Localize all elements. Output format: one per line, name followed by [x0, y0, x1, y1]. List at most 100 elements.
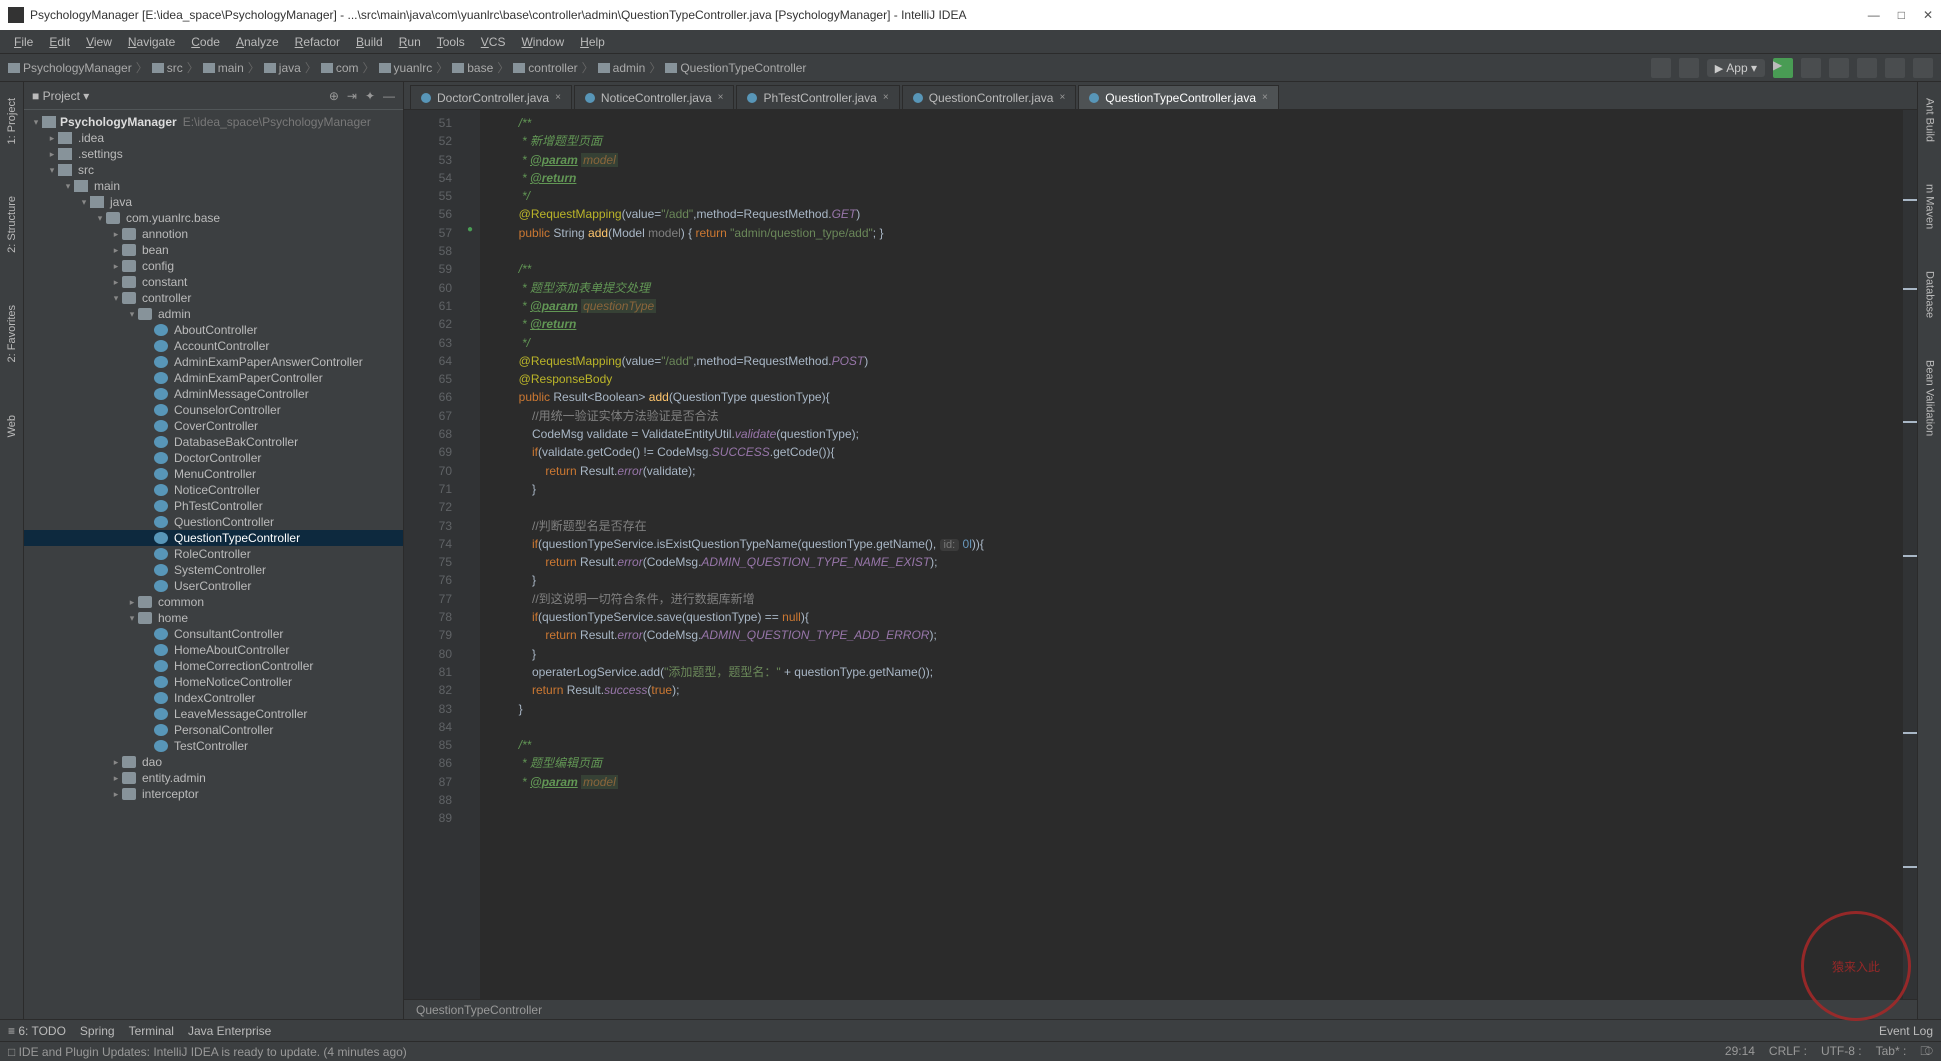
settings-button[interactable] — [1913, 58, 1933, 78]
status-message[interactable]: IDE and Plugin Updates: IntelliJ IDEA is… — [19, 1045, 407, 1059]
tree-item[interactable]: QuestionTypeController — [24, 530, 403, 546]
tree-item[interactable]: ▸constant — [24, 274, 403, 290]
run-button[interactable]: ▶ — [1773, 58, 1793, 78]
gutter-icons[interactable]: ● — [460, 110, 480, 999]
tree-item[interactable]: QuestionController — [24, 514, 403, 530]
right-stripe-tab[interactable]: m Maven — [1922, 178, 1938, 235]
menu-navigate[interactable]: Navigate — [122, 33, 181, 51]
editor-tabs[interactable]: DoctorController.java ×NoticeController.… — [404, 82, 1917, 110]
build-button[interactable] — [1651, 58, 1671, 78]
tree-item[interactable]: ▾home — [24, 610, 403, 626]
status-widget[interactable]: Tab* : — [1876, 1044, 1907, 1059]
menu-code[interactable]: Code — [185, 33, 226, 51]
right-tool-stripe[interactable]: Ant Buildm MavenDatabaseBean Validation — [1917, 82, 1941, 1019]
project-view-label[interactable]: ■ Project ▾ — [32, 89, 89, 103]
left-stripe-tab[interactable]: 2: Favorites — [4, 299, 20, 368]
tree-root[interactable]: ▾PsychologyManagerE:\idea_space\Psycholo… — [24, 114, 403, 130]
tree-item[interactable]: CoverController — [24, 418, 403, 434]
tree-item[interactable]: TestController — [24, 738, 403, 754]
tree-item[interactable]: ▾main — [24, 178, 403, 194]
tree-item[interactable]: HomeNoticeController — [24, 674, 403, 690]
editor-tab[interactable]: PhTestController.java × — [736, 85, 899, 109]
bottom-tab[interactable]: Terminal — [129, 1024, 174, 1038]
tree-item[interactable]: NoticeController — [24, 482, 403, 498]
menu-edit[interactable]: Edit — [43, 33, 76, 51]
menu-build[interactable]: Build — [350, 33, 389, 51]
menu-tools[interactable]: Tools — [431, 33, 471, 51]
left-tool-stripe[interactable]: 1: Project 2: Structure 2: Favorites Web — [0, 82, 24, 1019]
tree-item[interactable]: HomeAboutController — [24, 642, 403, 658]
tree-item[interactable]: IndexController — [24, 690, 403, 706]
tree-item[interactable]: ▾src — [24, 162, 403, 178]
status-widget[interactable]: UTF-8 : — [1821, 1044, 1862, 1059]
left-stripe-tab[interactable]: 2: Structure — [4, 190, 20, 259]
editor-breadcrumb[interactable]: QuestionTypeController — [404, 999, 1917, 1019]
tree-item[interactable]: ▸.idea — [24, 130, 403, 146]
close-tab-icon[interactable]: × — [555, 92, 561, 103]
breadcrumb-item[interactable]: controller — [513, 61, 577, 75]
breadcrumb-item[interactable]: com — [321, 61, 359, 75]
tree-item[interactable]: ConsultantController — [24, 626, 403, 642]
menu-help[interactable]: Help — [574, 33, 611, 51]
breadcrumb-item[interactable]: QuestionTypeController — [665, 61, 806, 75]
close-tab-icon[interactable]: × — [883, 92, 889, 103]
collapse-icon[interactable]: ⇥ — [347, 89, 357, 103]
breadcrumb-item[interactable]: base — [452, 61, 493, 75]
tree-item[interactable]: CounselorController — [24, 402, 403, 418]
left-stripe-tab[interactable]: 1: Project — [4, 92, 20, 150]
debug-button[interactable] — [1801, 58, 1821, 78]
menu-view[interactable]: View — [80, 33, 118, 51]
tree-item[interactable]: RoleController — [24, 546, 403, 562]
menu-analyze[interactable]: Analyze — [230, 33, 285, 51]
gear-icon[interactable]: ✦ — [365, 89, 375, 103]
status-icon[interactable]: □ — [8, 1045, 15, 1059]
right-stripe-tab[interactable]: Database — [1922, 265, 1938, 324]
tree-item[interactable]: AdminMessageController — [24, 386, 403, 402]
right-stripe-tab[interactable]: Bean Validation — [1922, 354, 1938, 442]
bottom-tab[interactable]: Spring — [80, 1024, 115, 1038]
editor-tab[interactable]: QuestionController.java × — [902, 85, 1077, 109]
tree-item[interactable]: SystemController — [24, 562, 403, 578]
hide-icon[interactable]: — — [383, 89, 395, 103]
menu-run[interactable]: Run — [393, 33, 427, 51]
tree-item[interactable]: ▾controller — [24, 290, 403, 306]
breadcrumb[interactable]: PsychologyManager〉src〉main〉java〉com〉yuan… — [8, 59, 806, 76]
locate-icon[interactable]: ⊕ — [329, 89, 339, 103]
menu-file[interactable]: File — [8, 33, 39, 51]
status-widget[interactable]: 29:14 — [1725, 1044, 1755, 1059]
search-everywhere-button[interactable] — [1885, 58, 1905, 78]
close-button[interactable]: ✕ — [1923, 8, 1933, 22]
tree-item[interactable]: AboutController — [24, 322, 403, 338]
bottom-tab[interactable]: ≡ 6: TODO — [8, 1024, 66, 1038]
tree-item[interactable]: ▸common — [24, 594, 403, 610]
tree-item[interactable]: ▸bean — [24, 242, 403, 258]
menu-vcs[interactable]: VCS — [475, 33, 512, 51]
close-tab-icon[interactable]: × — [1262, 92, 1268, 103]
status-widget[interactable]: CRLF : — [1769, 1044, 1807, 1059]
tree-item[interactable]: LeaveMessageController — [24, 706, 403, 722]
tree-item[interactable]: AdminExamPaperAnswerController — [24, 354, 403, 370]
sync-button[interactable] — [1679, 58, 1699, 78]
maximize-button[interactable]: □ — [1898, 8, 1905, 22]
project-tree[interactable]: ▾PsychologyManagerE:\idea_space\Psycholo… — [24, 110, 403, 1019]
line-gutter[interactable]: 5152535455565758596061626364656667686970… — [404, 110, 460, 999]
tree-item[interactable]: UserController — [24, 578, 403, 594]
menu-refactor[interactable]: Refactor — [289, 33, 346, 51]
tree-item[interactable]: ▸dao — [24, 754, 403, 770]
tree-item[interactable]: AdminExamPaperController — [24, 370, 403, 386]
tree-item[interactable]: ▸.settings — [24, 146, 403, 162]
close-tab-icon[interactable]: × — [718, 92, 724, 103]
tree-item[interactable]: MenuController — [24, 466, 403, 482]
bottom-tab[interactable]: Java Enterprise — [188, 1024, 271, 1038]
status-widget[interactable]: ⎄ — [1920, 1044, 1933, 1059]
tree-item[interactable]: ▸config — [24, 258, 403, 274]
tree-item[interactable]: DoctorController — [24, 450, 403, 466]
tree-item[interactable]: PersonalController — [24, 722, 403, 738]
tree-item[interactable]: DatabaseBakController — [24, 434, 403, 450]
breadcrumb-item[interactable]: PsychologyManager — [8, 61, 132, 75]
tree-item[interactable]: ▸annotion — [24, 226, 403, 242]
left-stripe-tab[interactable]: Web — [4, 409, 20, 443]
editor-tab[interactable]: DoctorController.java × — [410, 85, 572, 109]
main-menu[interactable]: FileEditViewNavigateCodeAnalyzeRefactorB… — [0, 30, 1941, 54]
tree-item[interactable]: ▾java — [24, 194, 403, 210]
